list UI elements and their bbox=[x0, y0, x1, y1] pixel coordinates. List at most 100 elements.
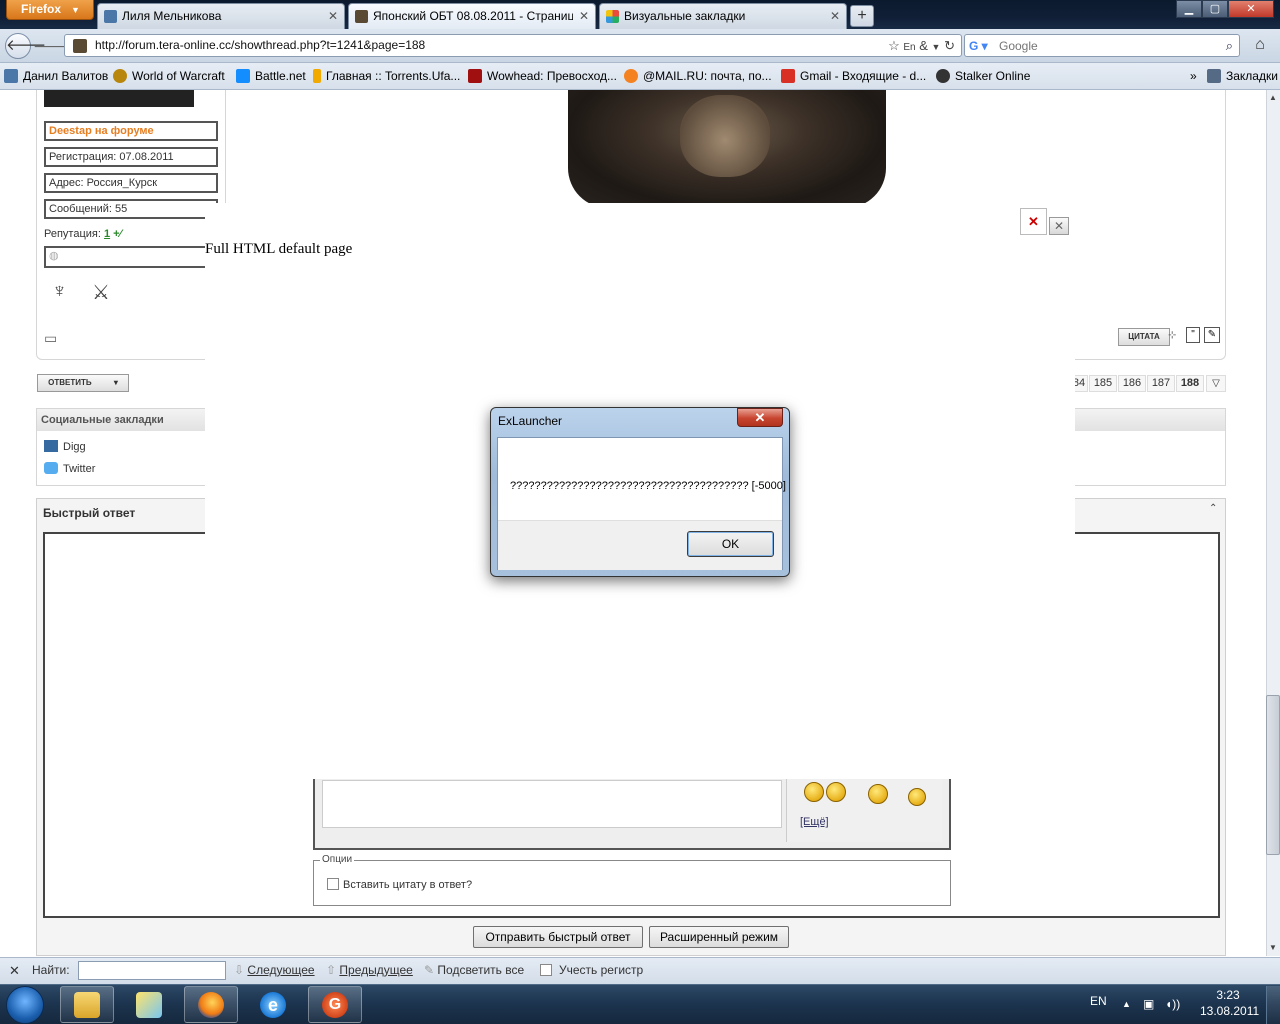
close-icon[interactable]: ✕ bbox=[579, 4, 589, 28]
ok-button[interactable]: OK bbox=[687, 531, 774, 557]
network-icon[interactable]: ▣ bbox=[1143, 984, 1154, 1024]
reload-icon[interactable]: ↻ bbox=[944, 38, 955, 53]
bookmark-item[interactable]: @MAIL.RU: почта, по... bbox=[624, 63, 772, 89]
advanced-mode-button[interactable]: Расширенный режим bbox=[649, 926, 789, 948]
start-button[interactable] bbox=[6, 986, 44, 1024]
submit-quick-reply-button[interactable]: Отправить быстрый ответ bbox=[473, 926, 643, 948]
highlight-all-button[interactable]: ✎ Подсветить все bbox=[424, 957, 524, 984]
smiley-icon[interactable] bbox=[868, 784, 888, 804]
page-link[interactable]: 187 bbox=[1147, 375, 1175, 392]
reputation-value[interactable]: 1 bbox=[104, 228, 110, 240]
smiley-icon[interactable] bbox=[908, 788, 926, 806]
find-input[interactable] bbox=[78, 961, 226, 980]
tab-vk[interactable]: Лиля Мельникова ✕ bbox=[97, 3, 345, 29]
close-icon[interactable]: ✕ bbox=[830, 4, 840, 28]
bookmarks-overflow-chevron-icon[interactable]: » bbox=[1190, 63, 1197, 89]
address-bar[interactable]: http://forum.tera-online.cc/showthread.p… bbox=[64, 34, 962, 57]
star-icon[interactable]: ☆ bbox=[888, 38, 900, 53]
google-icon[interactable]: G ▾ bbox=[969, 38, 995, 54]
bookmark-item[interactable]: Stalker Online bbox=[936, 63, 1030, 89]
system-clock[interactable]: 3:23 13.08.2011 bbox=[1200, 987, 1260, 1023]
bookmarks-menu-icon bbox=[1207, 69, 1221, 83]
match-case-checkbox[interactable] bbox=[540, 964, 552, 976]
dialog-close-button[interactable]: ✕ bbox=[737, 408, 783, 427]
minimize-button[interactable]: ▁ bbox=[1176, 0, 1202, 18]
monkey-face bbox=[680, 95, 770, 177]
chevron-down-icon[interactable]: ▾ bbox=[114, 378, 118, 387]
page-menu-chevron-icon[interactable]: ▽ bbox=[1206, 375, 1226, 392]
home-icon[interactable]: ⌂ bbox=[1248, 34, 1272, 57]
show-desktop-button[interactable] bbox=[1266, 986, 1280, 1024]
bookmark-item[interactable]: World of Warcraft bbox=[113, 63, 225, 89]
posts-count: Сообщений: 55 bbox=[44, 199, 218, 219]
find-next-button[interactable]: ⇩ Следующее bbox=[234, 957, 315, 984]
search-bar[interactable]: G ▾ ⌕ bbox=[964, 34, 1240, 57]
scrollbar-thumb[interactable] bbox=[1266, 695, 1280, 855]
overlay-close-button[interactable]: ✕ bbox=[1049, 217, 1069, 235]
ampersand-icon[interactable]: & bbox=[919, 38, 928, 53]
find-close-icon[interactable]: ✕ bbox=[9, 957, 20, 984]
wow-icon bbox=[113, 69, 127, 83]
scroll-up-icon[interactable]: ▲ bbox=[1266, 90, 1280, 106]
reputation-add-icon[interactable]: +⁄ bbox=[113, 228, 121, 240]
tab-label: Японский ОБТ 08.08.2011 - Страниц... bbox=[373, 9, 573, 23]
more-smilies-link[interactable]: [Ещё] bbox=[800, 816, 829, 828]
overlay-close-icon[interactable]: ✕ bbox=[1020, 208, 1047, 235]
window-close-button[interactable]: ✕ bbox=[1228, 0, 1274, 18]
bookmark-item[interactable]: Battle.net bbox=[236, 63, 306, 89]
search-icon[interactable]: ⌕ bbox=[1226, 35, 1233, 56]
insert-quote-label: Вставить цитату в ответ? bbox=[343, 879, 473, 891]
clock-date: 13.08.2011 bbox=[1200, 1004, 1260, 1018]
search-input[interactable] bbox=[999, 36, 1209, 55]
reputation-row: Репутация: 1 +⁄ bbox=[44, 228, 121, 240]
bookmarks-menu-button[interactable]: Закладки bbox=[1207, 63, 1278, 89]
translate-icon[interactable]: En bbox=[903, 42, 915, 53]
dropdown-icon[interactable]: ▼ bbox=[932, 42, 941, 52]
smiley-icon[interactable] bbox=[826, 782, 846, 802]
new-tab-button[interactable]: + bbox=[850, 5, 874, 27]
user-online-status[interactable]: Deestap на форуме bbox=[44, 121, 218, 141]
book-icon[interactable]: ▭ bbox=[44, 330, 64, 346]
social-link-twitter[interactable]: Twitter bbox=[44, 462, 95, 475]
taskbar-launcher[interactable]: G bbox=[308, 986, 362, 1023]
vk-icon bbox=[4, 69, 18, 83]
smiley-icon[interactable] bbox=[804, 782, 824, 802]
clock-time: 3:23 bbox=[1216, 988, 1240, 1002]
tab-forum[interactable]: Японский ОБТ 08.08.2011 - Страниц... ✕ bbox=[348, 3, 596, 29]
url-text[interactable]: http://forum.tera-online.cc/showthread.p… bbox=[95, 35, 425, 56]
bookmark-item[interactable]: Данил Валитов bbox=[4, 63, 108, 89]
taskbar-notes[interactable] bbox=[122, 986, 176, 1023]
language-indicator[interactable]: EN bbox=[1090, 984, 1107, 1024]
collapse-icon[interactable]: ⌃ bbox=[1209, 503, 1217, 514]
reply-button[interactable]: ОТВЕТИТЬ ▾ bbox=[37, 374, 129, 392]
forward-button[interactable]: 🡒 bbox=[33, 36, 71, 56]
firefox-menu-button[interactable]: Firefox ▼ bbox=[6, 0, 94, 20]
bookmark-item[interactable]: Главная :: Torrents.Ufa... bbox=[313, 63, 460, 89]
maximize-button[interactable]: ▢ bbox=[1202, 0, 1228, 18]
social-link-digg[interactable]: Digg bbox=[44, 440, 86, 453]
edit-post-icon[interactable]: ✎ bbox=[1204, 327, 1220, 343]
volume-icon[interactable]: ◖)) bbox=[1165, 984, 1180, 1024]
bookmark-item[interactable]: Wowhead: Превосход... bbox=[468, 63, 617, 89]
taskbar-firefox[interactable] bbox=[184, 986, 238, 1023]
tab-visual-bookmarks[interactable]: Визуальные закладки ✕ bbox=[599, 3, 847, 29]
globe-icon[interactable]: ◍ bbox=[49, 250, 59, 262]
page-link[interactable]: 185 bbox=[1089, 375, 1117, 392]
scroll-down-icon[interactable]: ▼ bbox=[1266, 940, 1280, 956]
insert-quote-checkbox[interactable] bbox=[327, 878, 339, 890]
internet-explorer-icon: e bbox=[260, 992, 286, 1018]
quote-button[interactable]: ЦИТАТА bbox=[1118, 328, 1170, 346]
message-textarea[interactable] bbox=[322, 780, 782, 828]
tray-expand-icon[interactable]: ▲ bbox=[1122, 984, 1131, 1024]
page-link[interactable]: 186 bbox=[1118, 375, 1146, 392]
back-button[interactable]: 🡐 bbox=[5, 33, 46, 59]
find-prev-button[interactable]: ⇧ Предыдущее bbox=[326, 957, 413, 984]
quick-quote-icon[interactable]: " bbox=[1186, 327, 1200, 343]
sticky-notes-icon bbox=[136, 992, 162, 1018]
current-page: 188 bbox=[1176, 375, 1204, 392]
taskbar-explorer[interactable] bbox=[60, 986, 114, 1023]
multiquote-icon[interactable]: ⊹ bbox=[1168, 330, 1180, 342]
close-icon[interactable]: ✕ bbox=[328, 4, 338, 28]
taskbar-ie[interactable]: e bbox=[246, 986, 300, 1023]
bookmark-item[interactable]: Gmail - Входящие - d... bbox=[781, 63, 926, 89]
